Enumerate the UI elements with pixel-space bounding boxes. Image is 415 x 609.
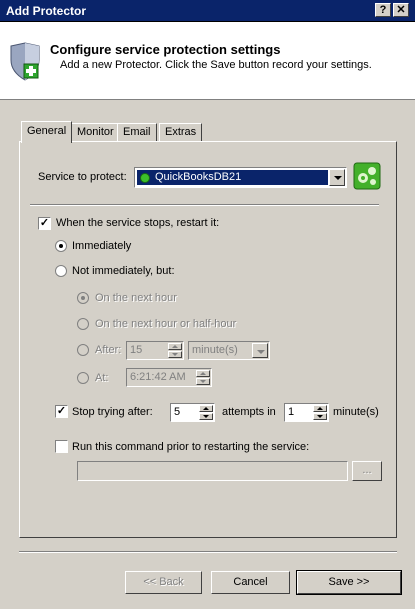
chevron-down-icon[interactable] bbox=[252, 343, 268, 358]
run-command-label: Run this command prior to restarting the… bbox=[72, 441, 310, 453]
service-select[interactable]: QuickBooksDB21 bbox=[134, 167, 347, 188]
services-icon[interactable] bbox=[353, 162, 381, 190]
after-label: After: bbox=[95, 344, 122, 356]
attempts-spinner[interactable] bbox=[199, 405, 213, 420]
at-label: At: bbox=[95, 372, 109, 384]
at-time-field[interactable]: 6:21:42 AM bbox=[126, 368, 212, 387]
service-label: Service to protect: bbox=[38, 171, 127, 183]
chevron-down-icon[interactable] bbox=[329, 169, 345, 186]
after-minutes-value: 15 bbox=[130, 344, 143, 356]
tab-general[interactable]: General bbox=[21, 121, 73, 143]
at-time-value: 6:21:42 AM bbox=[130, 371, 186, 383]
restart-checkbox[interactable]: ✓ bbox=[38, 217, 51, 230]
stop-trying-attempts-field[interactable]: 5 bbox=[170, 403, 215, 422]
stop-trying-checkbox[interactable]: ✓ bbox=[55, 405, 68, 418]
title-bar: Add Protector ? ✕ bbox=[0, 0, 415, 22]
save-button[interactable]: Save >> bbox=[296, 570, 402, 595]
browse-button[interactable]: ... bbox=[352, 461, 382, 481]
cancel-button[interactable]: Cancel bbox=[211, 571, 290, 594]
next-half-hour-label: On the next hour or half-hour bbox=[95, 318, 237, 330]
after-unit-value: minute(s) bbox=[192, 344, 238, 356]
after-minutes-field[interactable]: 15 bbox=[126, 341, 184, 360]
header-title: Configure service protection settings bbox=[50, 42, 281, 57]
minutes-spinner[interactable] bbox=[313, 405, 327, 420]
after-unit-select[interactable]: minute(s) bbox=[188, 341, 270, 360]
back-button[interactable]: << Back bbox=[125, 571, 202, 594]
not-immediately-radio[interactable] bbox=[55, 265, 67, 277]
attempts-window-value: 1 bbox=[288, 406, 295, 418]
separator bbox=[30, 204, 379, 206]
after-radio[interactable] bbox=[77, 344, 89, 356]
dialog-header: Configure service protection settings Ad… bbox=[0, 22, 415, 100]
service-status-icon bbox=[140, 173, 150, 183]
footer-separator bbox=[19, 551, 397, 553]
after-minutes-spinner[interactable] bbox=[168, 343, 182, 358]
restart-checkbox-label: When the service stops, restart it: bbox=[56, 217, 220, 229]
minutes-label: minute(s) bbox=[333, 406, 379, 418]
stop-trying-label: Stop trying after: bbox=[72, 406, 153, 418]
help-button[interactable]: ? bbox=[375, 3, 391, 17]
command-input[interactable] bbox=[77, 461, 348, 481]
close-button[interactable]: ✕ bbox=[393, 3, 409, 17]
next-hour-radio[interactable] bbox=[77, 292, 89, 304]
stop-trying-attempts-value: 5 bbox=[174, 406, 181, 418]
header-subtitle: Add a new Protector. Click the Save butt… bbox=[60, 59, 372, 71]
attempts-in-label: attempts in bbox=[222, 406, 276, 418]
immediately-radio[interactable] bbox=[55, 240, 67, 252]
service-selected-value: QuickBooksDB21 bbox=[155, 171, 242, 183]
attempts-window-field[interactable]: 1 bbox=[284, 403, 329, 422]
next-hour-label: On the next hour bbox=[95, 292, 177, 304]
not-immediately-label: Not immediately, but: bbox=[72, 265, 175, 277]
at-radio[interactable] bbox=[77, 372, 89, 384]
window-title: Add Protector bbox=[6, 4, 87, 18]
tab-extras[interactable]: Extras bbox=[159, 123, 203, 142]
shield-plus-icon bbox=[10, 42, 40, 81]
run-command-checkbox[interactable] bbox=[55, 440, 68, 453]
next-half-hour-radio[interactable] bbox=[77, 318, 89, 330]
at-time-spinner[interactable] bbox=[196, 370, 210, 385]
immediately-label: Immediately bbox=[72, 240, 132, 252]
tab-email[interactable]: Email bbox=[117, 123, 157, 142]
tab-monitor[interactable]: Monitor bbox=[71, 123, 120, 142]
